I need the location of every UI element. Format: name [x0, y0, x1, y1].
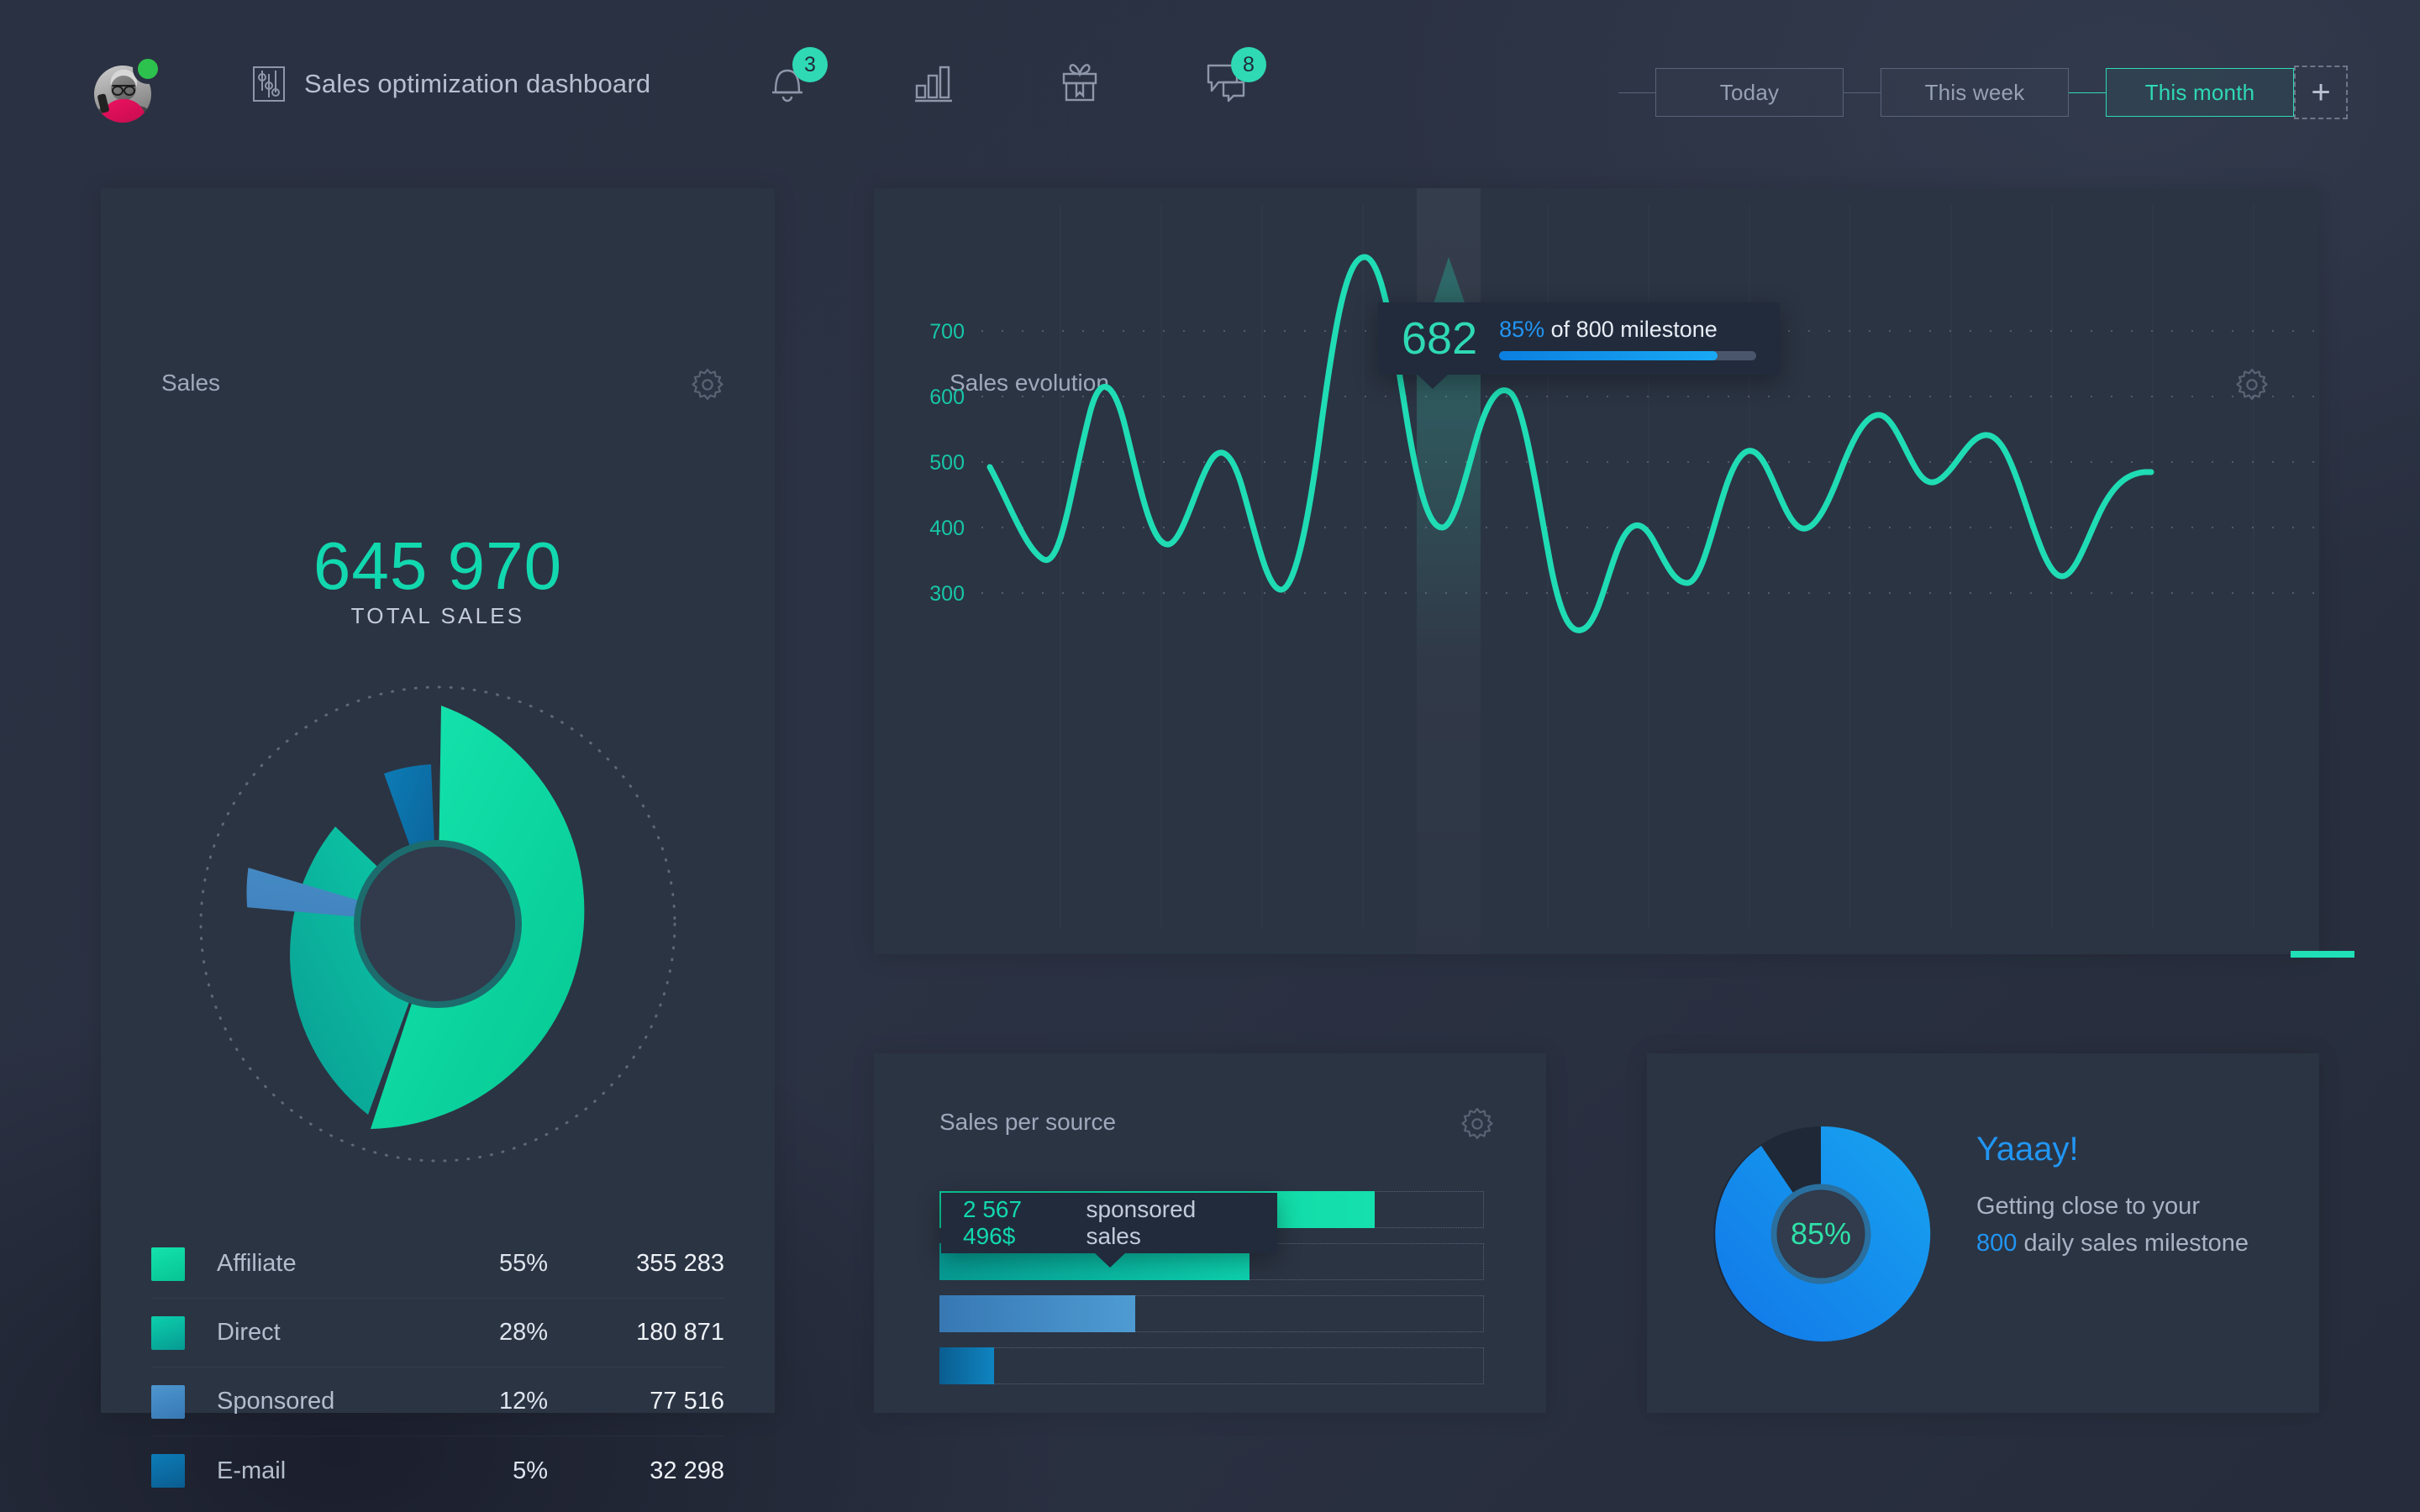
legend-percent: 55%	[498, 1250, 548, 1277]
sales-card-title: Sales	[161, 370, 221, 396]
legend-value: 355 283	[636, 1250, 724, 1277]
legend-swatch-affiliate	[151, 1247, 185, 1281]
list-item[interactable]: Affiliate 55% 355 283	[151, 1230, 724, 1299]
gear-icon[interactable]	[1459, 1105, 1496, 1142]
legend-label: Direct	[217, 1319, 281, 1346]
legend-swatch-email	[151, 1454, 185, 1488]
source-card-title: Sales per source	[939, 1109, 1117, 1135]
milestone-card: 85% Yaaay! Getting close to your 800 dai…	[1647, 1053, 2319, 1413]
sliders-icon	[252, 66, 286, 102]
page-title: Sales optimization dashboard	[304, 69, 651, 98]
milestone-percent: 85%	[1790, 1216, 1852, 1251]
legend-label: E-mail	[217, 1457, 287, 1484]
online-status-dot	[138, 59, 158, 79]
svg-text:400: 400	[929, 517, 965, 540]
legend-percent: 12%	[498, 1388, 548, 1415]
list-item[interactable]: Sponsored 12% 77 516	[151, 1368, 724, 1436]
legend-percent: 28%	[498, 1319, 548, 1346]
tooltip-pointer	[1094, 1252, 1126, 1268]
legend-swatch-direct	[151, 1315, 185, 1350]
chat-badge: 8	[1231, 47, 1266, 82]
avatar-glasses	[112, 85, 135, 96]
title-group: Sales optimization dashboard	[252, 66, 650, 102]
milestone-donut-chart: 85%	[1707, 1121, 1934, 1347]
svg-text:500: 500	[929, 451, 965, 475]
tooltip-percent: 85%	[1499, 317, 1545, 342]
time-filter-today[interactable]: Today	[1655, 68, 1844, 117]
milestone-target-value: 800	[1976, 1229, 2018, 1257]
source-tooltip-text: sponsored sales	[1086, 1196, 1197, 1249]
tooltip-value: 682	[1402, 313, 1478, 364]
time-filter-this-month[interactable]: This month	[2106, 68, 2294, 117]
gear-icon[interactable]	[689, 366, 726, 403]
list-item[interactable]: E-mail 5% 32 298	[151, 1436, 724, 1505]
tooltip-milestone-line: 85% of 800 milestone	[1499, 317, 1756, 343]
tooltip-progress-track	[1499, 351, 1756, 360]
gift-icon[interactable]	[1053, 55, 1107, 109]
bar-track	[939, 1347, 1484, 1384]
legend-label: Affiliate	[217, 1250, 297, 1277]
milestone-line-1: Getting close to your	[1976, 1193, 2200, 1220]
bar-row-email[interactable]	[939, 1347, 1484, 1384]
bell-badge: 3	[792, 47, 828, 82]
svg-text:300: 300	[929, 582, 965, 606]
legend-percent: 5%	[513, 1457, 548, 1484]
app-header: Sales optimization dashboard 3 8 Today T…	[0, 0, 2420, 123]
legend-value: 77 516	[650, 1388, 724, 1415]
sales-donut-chart	[189, 675, 687, 1173]
bar-fill-email	[939, 1347, 994, 1384]
chart-scrubber-indicator[interactable]	[2291, 951, 2354, 958]
bar-chart-icon[interactable]	[907, 55, 960, 109]
bar-fill-sponsored	[939, 1295, 1136, 1332]
tooltip-detail: 85% of 800 milestone	[1499, 317, 1756, 360]
milestone-headline: Yaaay!	[1976, 1131, 2079, 1168]
header-icon-group: 3 8	[760, 47, 1266, 109]
filter-connector	[1618, 92, 1655, 93]
sales-card: Sales 645 970 TOTAL SALES Affiliate 55% …	[101, 188, 775, 1488]
legend-swatch-sponsored	[151, 1384, 185, 1419]
milestone-line-2: 800 daily sales milestone	[1976, 1226, 2304, 1263]
sales-legend: Affiliate 55% 355 283 Direct 28% 180 871…	[151, 1230, 724, 1505]
legend-value: 180 871	[636, 1319, 724, 1346]
chat-icon[interactable]: 8	[1199, 47, 1266, 109]
filter-connector-active	[2069, 92, 2106, 93]
source-tooltip: 2 567 496$ sponsored sales	[941, 1193, 1277, 1268]
tooltip-pointer	[1417, 374, 1449, 389]
milestone-line-2-rest: daily sales milestone	[2017, 1229, 2249, 1257]
legend-label: Sponsored	[217, 1388, 335, 1415]
total-sales-value: 645 970	[313, 528, 563, 603]
svg-text:600: 600	[929, 386, 965, 409]
legend-value: 32 298	[650, 1457, 724, 1484]
bell-icon[interactable]: 3	[760, 47, 828, 109]
list-item[interactable]: Direct 28% 180 871	[151, 1299, 724, 1368]
svg-text:700: 700	[929, 320, 965, 344]
avatar[interactable]	[94, 59, 158, 123]
total-sales-label: TOTAL SALES	[350, 603, 525, 628]
bar-row-sponsored[interactable]	[939, 1295, 1484, 1332]
milestone-text-block: Yaaay! Getting close to your 800 daily s…	[1976, 1131, 2304, 1262]
tooltip-rest: of 800 milestone	[1544, 317, 1718, 342]
add-widget-button[interactable]: +	[2294, 66, 2348, 119]
time-filter-group: Today This week This month +	[1618, 66, 2348, 119]
source-tooltip-value: 2 567 496$	[963, 1196, 1023, 1249]
tooltip-progress-fill	[1499, 351, 1718, 360]
time-filter-this-week[interactable]: This week	[1881, 68, 2069, 117]
evolution-tooltip: 682 85% of 800 milestone	[1378, 302, 1780, 389]
filter-connector	[1844, 92, 1881, 93]
